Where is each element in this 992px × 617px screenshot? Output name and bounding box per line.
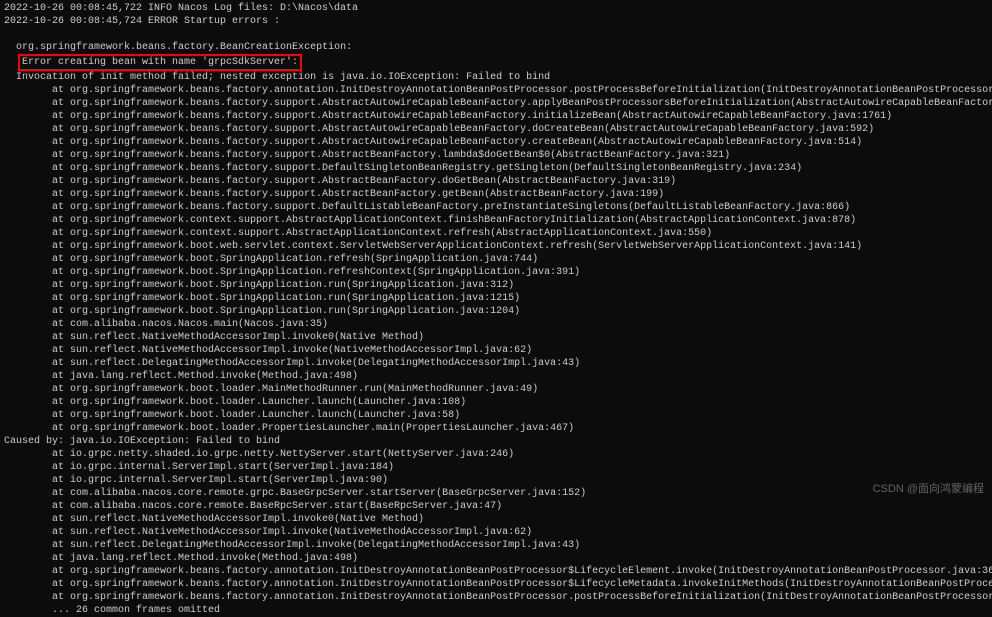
stack-frame: at org.springframework.boot.loader.Launc…	[4, 396, 988, 409]
stack-frame: at org.springframework.boot.SpringApplic…	[4, 305, 988, 318]
stack-frame: at org.springframework.beans.factory.sup…	[4, 201, 988, 214]
caused-stack-frame: at org.springframework.beans.factory.ann…	[4, 591, 988, 604]
stack-trace: at org.springframework.beans.factory.ann…	[4, 84, 988, 435]
stack-frame: at org.springframework.beans.factory.sup…	[4, 110, 988, 123]
stack-frame: at org.springframework.context.support.A…	[4, 214, 988, 227]
exception-prefix: org.springframework.beans.factory.BeanCr…	[16, 42, 352, 53]
caused-stack-frame: at io.grpc.netty.shaded.io.grpc.netty.Ne…	[4, 448, 988, 461]
stack-frame: at org.springframework.beans.factory.sup…	[4, 188, 988, 201]
stack-frame: at org.springframework.boot.SpringApplic…	[4, 292, 988, 305]
caused-stack-frame: at io.grpc.internal.ServerImpl.start(Ser…	[4, 461, 988, 474]
caused-stack-frame: at com.alibaba.nacos.core.remote.grpc.Ba…	[4, 487, 988, 500]
stack-frame: at org.springframework.boot.loader.Prope…	[4, 422, 988, 435]
stack-frame: at org.springframework.beans.factory.sup…	[4, 136, 988, 149]
stack-frame: at org.springframework.beans.factory.sup…	[4, 97, 988, 110]
stack-frame: at org.springframework.boot.loader.MainM…	[4, 383, 988, 396]
caused-stack-frame: at org.springframework.beans.factory.ann…	[4, 565, 988, 578]
caused-by-line: Caused by: java.io.IOException: Failed t…	[4, 435, 988, 448]
stack-frame: at org.springframework.beans.factory.sup…	[4, 175, 988, 188]
caused-stack-frame: at org.springframework.beans.factory.ann…	[4, 578, 988, 591]
stack-frame: at java.lang.reflect.Method.invoke(Metho…	[4, 370, 988, 383]
stack-frame: at sun.reflect.NativeMethodAccessorImpl.…	[4, 344, 988, 357]
error-highlight: Error creating bean with name 'grpcSdkSe…	[18, 54, 302, 71]
stack-frame: at org.springframework.context.support.A…	[4, 227, 988, 240]
exception-line: org.springframework.beans.factory.BeanCr…	[4, 28, 988, 84]
stack-frame: at sun.reflect.DelegatingMethodAccessorI…	[4, 357, 988, 370]
stack-frame: at org.springframework.boot.web.servlet.…	[4, 240, 988, 253]
csdn-watermark: CSDN @面向鸿蒙编程	[873, 482, 984, 496]
stack-frame: at org.springframework.boot.SpringApplic…	[4, 266, 988, 279]
exception-suffix: Invocation of init method failed; nested…	[16, 72, 550, 83]
stack-frame: at com.alibaba.nacos.Nacos.main(Nacos.ja…	[4, 318, 988, 331]
log-info-line: 2022-10-26 00:08:45,722 INFO Nacos Log f…	[4, 2, 988, 15]
stack-frame: at org.springframework.beans.factory.ann…	[4, 84, 988, 97]
stack-frame: at org.springframework.boot.SpringApplic…	[4, 253, 988, 266]
caused-stack-frame: at sun.reflect.NativeMethodAccessorImpl.…	[4, 526, 988, 539]
stack-frame: at org.springframework.beans.factory.sup…	[4, 123, 988, 136]
caused-stack-frame: at com.alibaba.nacos.core.remote.BaseRpc…	[4, 500, 988, 513]
caused-stack-frame: at java.lang.reflect.Method.invoke(Metho…	[4, 552, 988, 565]
stack-frame: at org.springframework.beans.factory.sup…	[4, 149, 988, 162]
caused-stack-frame: ... 26 common frames omitted	[4, 604, 988, 617]
caused-stack-frame: at sun.reflect.DelegatingMethodAccessorI…	[4, 539, 988, 552]
stack-frame: at org.springframework.beans.factory.sup…	[4, 162, 988, 175]
caused-stack-frame: at sun.reflect.NativeMethodAccessorImpl.…	[4, 513, 988, 526]
caused-stack-frame: at io.grpc.internal.ServerImpl.start(Ser…	[4, 474, 988, 487]
stack-frame: at org.springframework.boot.SpringApplic…	[4, 279, 988, 292]
stack-frame: at sun.reflect.NativeMethodAccessorImpl.…	[4, 331, 988, 344]
stack-frame: at org.springframework.boot.loader.Launc…	[4, 409, 988, 422]
log-error-line: 2022-10-26 00:08:45,724 ERROR Startup er…	[4, 15, 988, 28]
caused-stack-trace: at io.grpc.netty.shaded.io.grpc.netty.Ne…	[4, 448, 988, 617]
